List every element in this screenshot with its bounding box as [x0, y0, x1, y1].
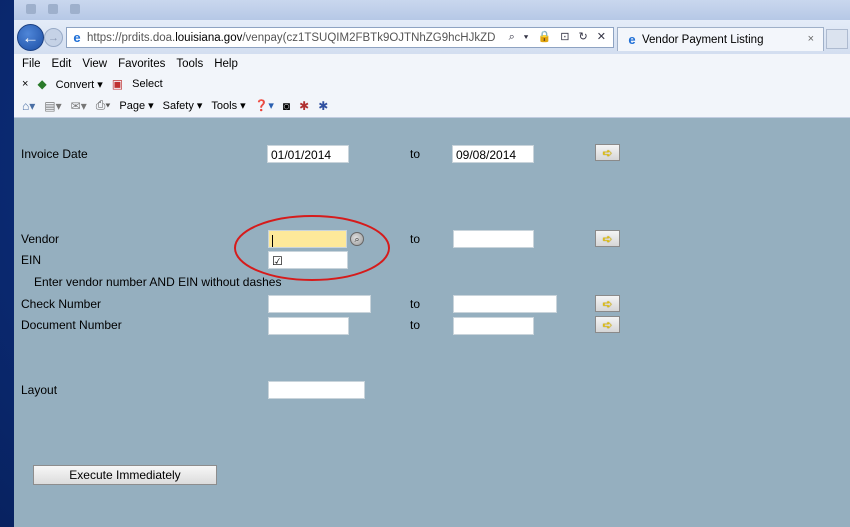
to-label: to: [410, 147, 421, 161]
quick-access-icon[interactable]: [48, 4, 58, 14]
addon-icon[interactable]: ✱: [318, 99, 328, 113]
tab-vendor-payment-listing[interactable]: e Vendor Payment Listing ×: [617, 27, 824, 51]
help-icon[interactable]: ❓▾: [255, 99, 274, 112]
document-number-from[interactable]: [268, 317, 349, 335]
vendor-label: Vendor: [21, 232, 60, 246]
text-caret: [272, 234, 273, 247]
layout-input[interactable]: [268, 381, 365, 399]
vendor-input[interactable]: [268, 230, 347, 248]
tab-title: Vendor Payment Listing: [642, 33, 764, 46]
invoice-date-from[interactable]: 01/01/2014: [267, 145, 349, 163]
app-icon: [26, 4, 36, 14]
check-number-from[interactable]: [268, 295, 371, 313]
annotation-ellipse: [234, 215, 390, 281]
select-icon: ▣: [111, 77, 124, 91]
menu-help[interactable]: Help: [214, 58, 238, 70]
feeds-icon[interactable]: ▤▾: [44, 99, 61, 113]
research-icon[interactable]: ◙: [283, 99, 290, 113]
menu-view[interactable]: View: [82, 58, 107, 70]
to-label: to: [410, 232, 421, 246]
document-number-to[interactable]: [453, 317, 534, 335]
tools-menu[interactable]: Tools ▾: [211, 99, 245, 112]
to-label: to: [410, 318, 421, 332]
new-tab-button[interactable]: [826, 29, 848, 49]
check-go-arrow-icon[interactable]: ➪: [595, 295, 620, 312]
addon-icon[interactable]: ✱: [299, 99, 309, 113]
safety-menu[interactable]: Safety ▾: [163, 99, 203, 112]
ie-logo-icon: e: [628, 32, 636, 47]
vendor-ein-hint: Enter vendor number AND EIN without dash…: [34, 275, 282, 289]
convert-button[interactable]: Convert ▾: [56, 78, 103, 91]
vendor-to-input[interactable]: [453, 230, 534, 248]
check-number-to[interactable]: [453, 295, 557, 313]
menu-tools[interactable]: Tools: [176, 58, 203, 70]
title-bar: [14, 0, 850, 20]
address-row: ← → e https://prdits.doa. louisiana.gov/v…: [14, 20, 850, 54]
url-prefix: https://prdits.doa.: [87, 31, 176, 44]
document-number-label: Document Number: [21, 318, 122, 332]
url-suffix: /venpay(cz1TSUQIM2FBTk9OJTNhZG9hcHJkZD: [242, 31, 496, 44]
page-menu[interactable]: Page ▾: [119, 99, 153, 112]
invoice-date-label: Invoice Date: [21, 147, 88, 161]
layout-label: Layout: [21, 383, 58, 397]
execute-immediately-button[interactable]: Execute Immediately: [33, 465, 217, 485]
convert-icon: ◆: [37, 77, 47, 91]
tab-close-icon[interactable]: ×: [808, 33, 814, 45]
convert-toolbar: × ◆ Convert ▾ ▣ Select: [14, 74, 850, 94]
select-button[interactable]: Select: [132, 78, 163, 90]
menu-bar: File Edit View Favorites Tools Help: [14, 54, 850, 74]
print-icon[interactable]: ⎙▾: [96, 98, 111, 113]
back-arrow-icon[interactable]: ←: [17, 24, 44, 51]
quick-access-icon[interactable]: [70, 4, 80, 14]
vendor-go-arrow-icon[interactable]: ➪: [595, 230, 620, 247]
check-number-label: Check Number: [21, 297, 102, 311]
form-area: Invoice Date 01/01/2014 to 09/08/2014 ➪ …: [14, 118, 850, 527]
menu-file[interactable]: File: [22, 58, 41, 70]
forward-arrow-icon[interactable]: →: [44, 28, 63, 47]
url-domain: louisiana.gov: [175, 31, 243, 44]
mail-icon[interactable]: ✉▾: [71, 99, 87, 113]
ein-label: EIN: [21, 253, 42, 267]
invoice-go-arrow-icon[interactable]: ➪: [595, 144, 620, 161]
ie-logo-icon: e: [73, 30, 81, 45]
ein-input[interactable]: ☑: [268, 251, 348, 269]
address-bar[interactable]: e https://prdits.doa. louisiana.gov/venpa…: [66, 27, 614, 48]
command-bar: ⌂▾ ▤▾ ✉▾ ⎙▾ Page ▾ Safety ▾ Tools ▾ ❓▾ ◙…: [14, 94, 850, 118]
close-toolbar-icon[interactable]: ×: [22, 78, 28, 90]
menu-edit[interactable]: Edit: [52, 58, 72, 70]
search-help-icon[interactable]: ⌕: [350, 232, 364, 246]
invoice-date-to[interactable]: 09/08/2014: [452, 145, 534, 163]
menu-favorites[interactable]: Favorites: [118, 58, 165, 70]
address-actions[interactable]: ⌕ ▾ 🔒 ⊡ ↻ ✕: [504, 30, 609, 44]
to-label: to: [410, 297, 421, 311]
document-go-arrow-icon[interactable]: ➪: [595, 316, 620, 333]
home-icon[interactable]: ⌂▾: [22, 99, 35, 113]
